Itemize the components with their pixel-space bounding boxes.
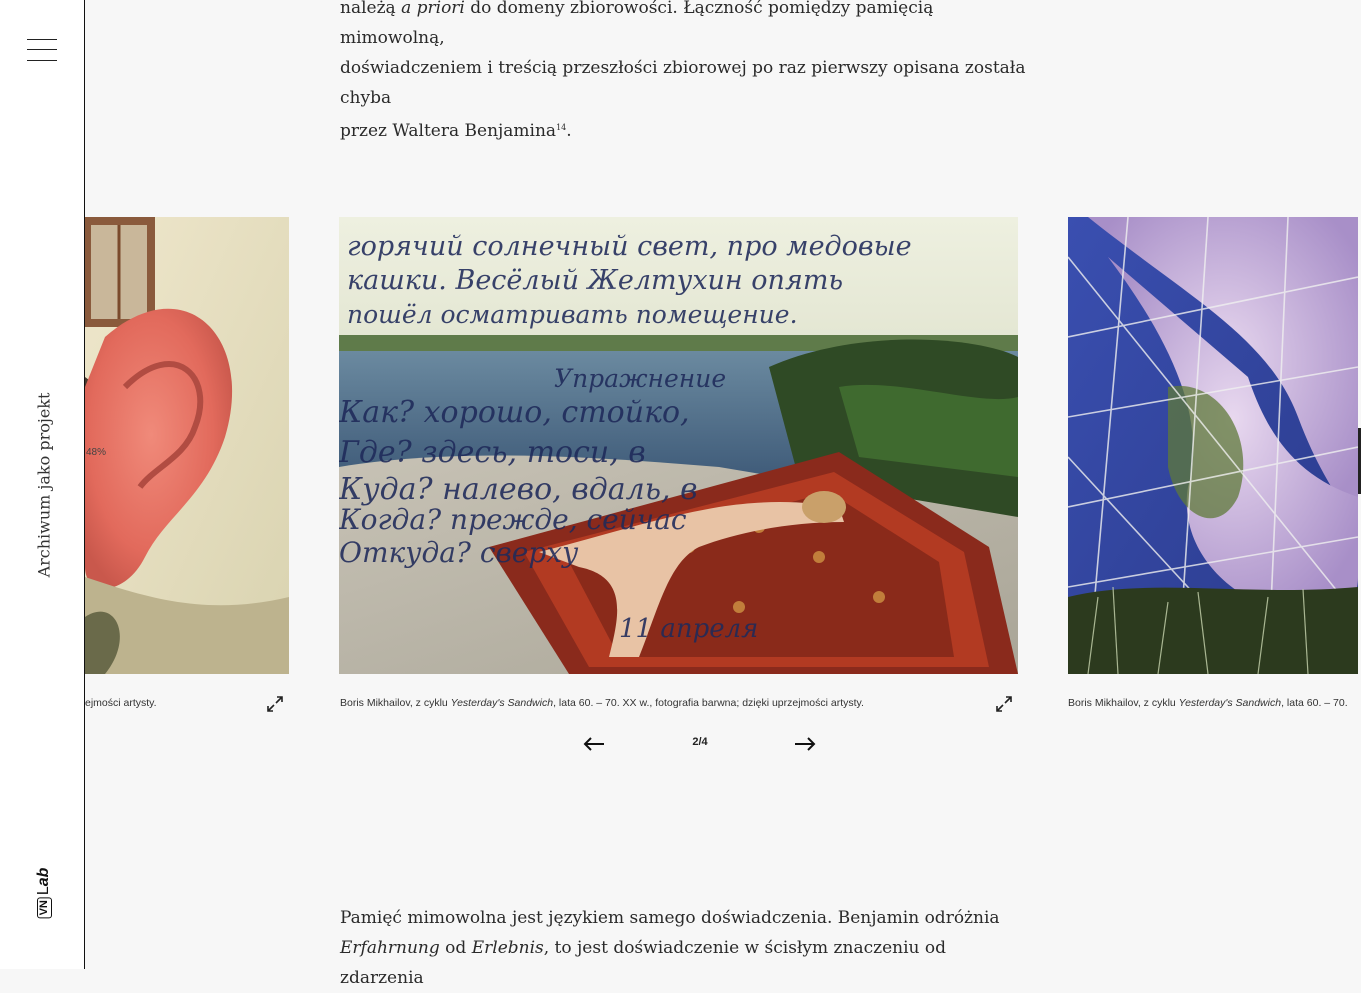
logo-vn-box: VN (36, 897, 52, 919)
expand-icon[interactable] (994, 694, 1014, 714)
svg-text:Когда? прежде, сейчас: Когда? прежде, сейчас (339, 503, 687, 536)
slide-counter: 2/4 (692, 736, 708, 748)
svg-text:Упражнение: Упражнение (554, 364, 726, 393)
sidebar: Archiwum jako projekt VN Lab (0, 0, 85, 969)
arrow-left-icon[interactable] (582, 736, 606, 752)
article-paragraph-top: należą a priori do domeny zbiorowości. Ł… (340, 0, 1026, 141)
article-paragraph-bottom: Pamięć mimowolna jest językiem samego do… (340, 908, 1000, 988)
svg-text:Как? хорошо, стойко,: Как? хорошо, стойко, (339, 395, 690, 430)
svg-text:пошёл осматривать помещение.: пошёл осматривать помещение. (347, 300, 798, 329)
gallery-image-prev[interactable] (85, 217, 289, 674)
svg-text:Откуда? сверху: Откуда? сверху (339, 536, 579, 569)
section-title-vertical[interactable]: Archiwum jako projekt (35, 393, 54, 578)
hamburger-menu-icon[interactable] (27, 38, 57, 62)
gallery-image-current[interactable]: горячий солнечный свет, про медовые кашк… (339, 217, 1018, 674)
svg-text:кашки. Весёлый Желтухин опять: кашки. Весёлый Желтухин опять (347, 265, 843, 296)
svg-text:горячий солнечный свет, про ме: горячий солнечный свет, про медовые (347, 231, 912, 262)
zoom-percent-label: 48% (86, 447, 107, 458)
vnlab-logo[interactable]: VN Lab (35, 868, 53, 919)
expand-icon[interactable] (265, 694, 285, 714)
gallery-image-next[interactable] (1068, 217, 1358, 674)
svg-text:11 апреля: 11 апреля (619, 614, 758, 644)
caption-prev: ejmości artysty. (85, 697, 157, 709)
footnote-ref[interactable]: 14 (556, 123, 566, 132)
logo-lab-text: Lab (35, 867, 52, 896)
caption-current: Boris Mikhailov, z cyklu Yesterday's San… (340, 697, 864, 709)
caption-next: Boris Mikhailov, z cyklu Yesterday's San… (1068, 697, 1348, 709)
svg-text:Где? здесь, тоси, в: Где? здесь, тоси, в (339, 435, 646, 470)
svg-text:Куда? налево, вдаль, в: Куда? налево, вдаль, в (339, 472, 698, 507)
arrow-right-icon[interactable] (793, 736, 817, 752)
